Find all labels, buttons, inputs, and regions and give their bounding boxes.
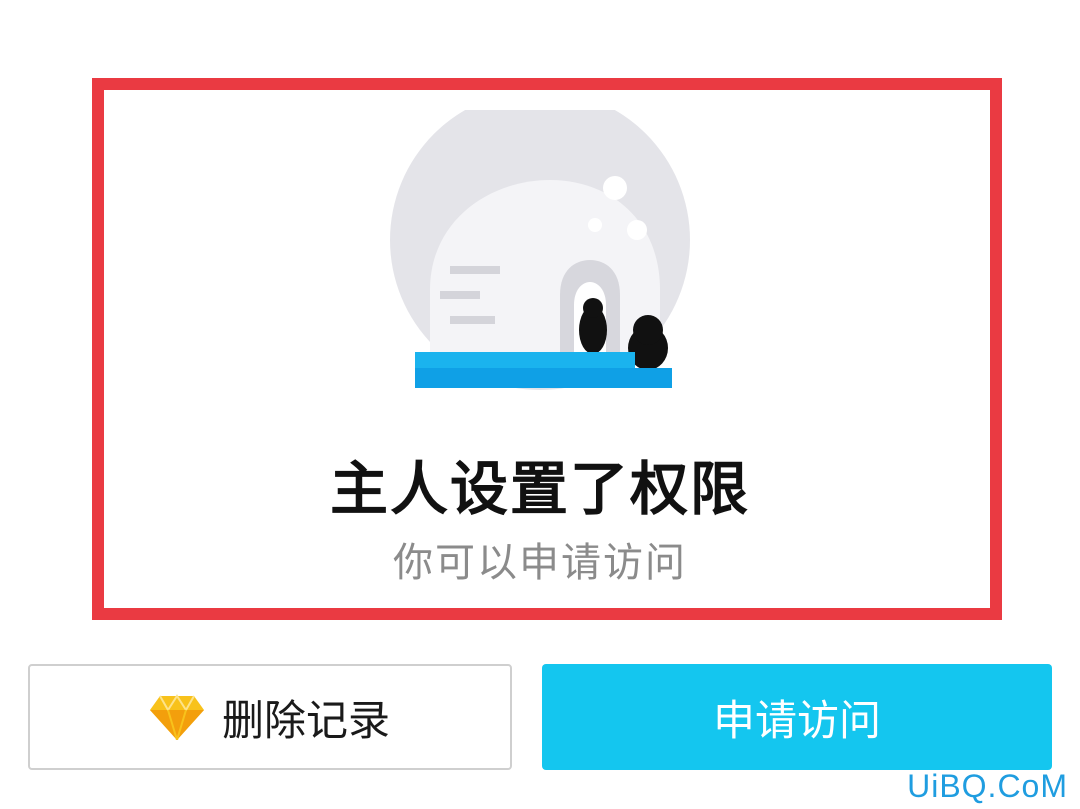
watermark: UiBQ.CoM [907, 768, 1068, 804]
apply-access-button[interactable]: 申请访问 [542, 664, 1052, 770]
delete-record-button[interactable]: 删除记录 [28, 664, 512, 770]
delete-record-label: 删除记录 [221, 695, 390, 745]
apply-access-label: 申请访问 [712, 695, 881, 745]
diamond-icon [149, 694, 204, 740]
permission-title: 主人设置了权限 [329, 455, 750, 523]
igloo-illustration [390, 110, 690, 390]
permission-subtitle: 你可以申请访问 [393, 540, 687, 586]
